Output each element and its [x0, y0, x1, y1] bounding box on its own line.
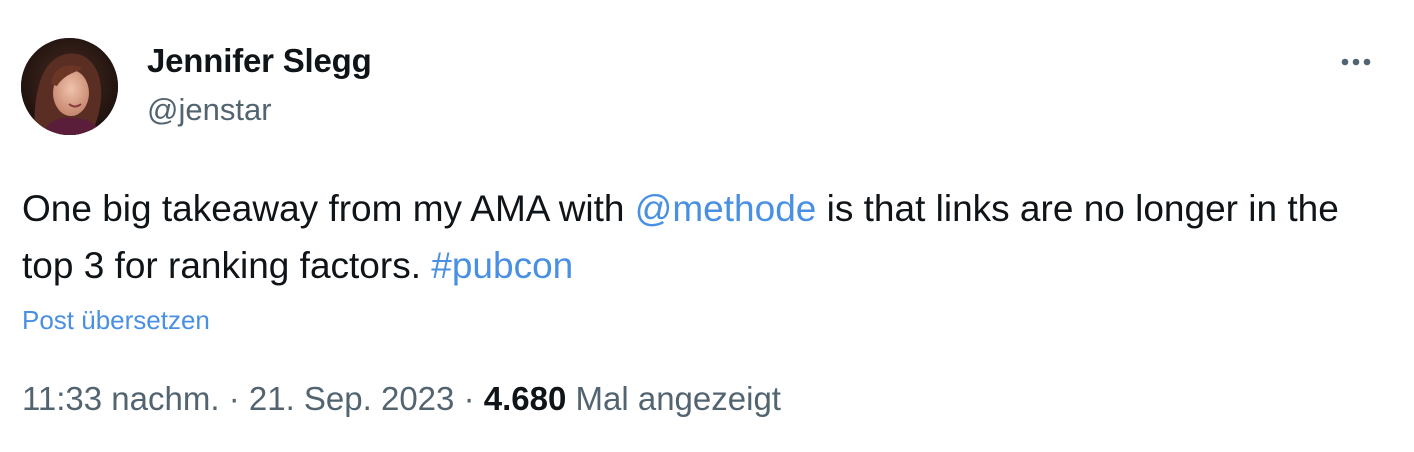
translate-post-link[interactable]: Post übersetzen [22, 305, 210, 336]
author-name[interactable]: Jennifer Slegg [147, 42, 372, 80]
mention-link[interactable]: @methode [635, 188, 817, 229]
views-label[interactable]: Mal angezeigt [576, 380, 781, 417]
tweet-text: One big takeaway from my AMA with @metho… [22, 180, 1382, 294]
avatar[interactable] [21, 38, 118, 135]
meta-separator: · [228, 380, 240, 417]
more-options-button[interactable] [1332, 44, 1380, 80]
hashtag-link[interactable]: #pubcon [431, 245, 573, 286]
author-handle[interactable]: @jenstar [147, 92, 272, 128]
meta-separator: · [463, 380, 475, 417]
avatar-image [21, 38, 118, 135]
tweet-date[interactable]: 21. Sep. 2023 [249, 380, 455, 417]
views-count[interactable]: 4.680 [484, 380, 567, 417]
more-horizontal-icon [1341, 58, 1371, 66]
tweet-text-part: One big takeaway from my AMA with [22, 188, 635, 229]
tweet-meta: 11:33 nachm. · 21. Sep. 2023 · 4.680 Mal… [22, 380, 781, 418]
tweet-time[interactable]: 11:33 nachm. [22, 380, 220, 417]
tweet-card: Jennifer Slegg @jenstar One big takeaway… [0, 0, 1414, 452]
